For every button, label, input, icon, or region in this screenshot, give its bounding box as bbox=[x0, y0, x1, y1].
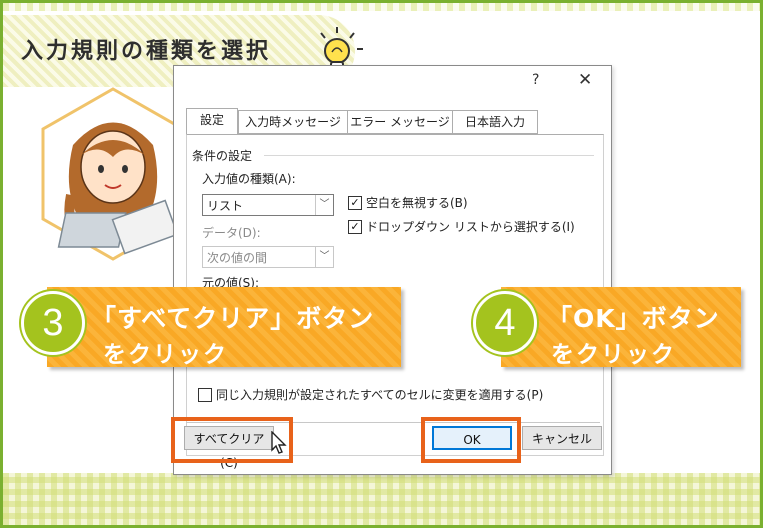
ok-highlight bbox=[421, 417, 521, 463]
callout-4-line2: をクリック bbox=[551, 342, 676, 368]
bottom-checker-strip bbox=[3, 473, 760, 525]
callout-3-line2: をクリック bbox=[103, 342, 228, 368]
step-number-3: 3 bbox=[21, 291, 85, 355]
character-illustration bbox=[41, 87, 185, 261]
page-title: 入力規則の種類を選択 bbox=[21, 39, 272, 64]
ignore-blank-label: 空白を無視する(B) bbox=[366, 196, 468, 210]
callout-step-4: 「OK」ボタン をクリック bbox=[501, 287, 741, 368]
cancel-button[interactable]: キャンセル bbox=[522, 426, 602, 450]
allow-select-value: リスト bbox=[207, 199, 244, 213]
step-number-4: 4 bbox=[473, 291, 537, 355]
chevron-down-icon: ﹀ bbox=[315, 195, 333, 215]
callout-step-3: 「すべてクリア」ボタン をクリック bbox=[47, 287, 401, 368]
close-icon[interactable]: ✕ bbox=[578, 70, 592, 90]
data-label: データ(D): bbox=[202, 226, 261, 240]
allow-select[interactable]: リスト ﹀ bbox=[202, 194, 334, 216]
ignore-blank-checkbox[interactable]: ✓ bbox=[348, 196, 362, 210]
data-select-value: 次の値の間 bbox=[207, 251, 268, 265]
data-validation-dialog: ? ✕ 設定 入力時メッセージ エラー メッセージ 日本語入力 条件の設定 入力… bbox=[173, 65, 612, 475]
tab-error-alert[interactable]: エラー メッセージ bbox=[347, 110, 453, 134]
chevron-down-icon: ﹀ bbox=[315, 247, 333, 267]
help-button[interactable]: ? bbox=[532, 72, 539, 88]
tab-settings[interactable]: 設定 bbox=[186, 108, 238, 134]
tab-ime-mode[interactable]: 日本語入力 bbox=[452, 110, 538, 134]
callout-4-line1: 「OK」ボタン bbox=[547, 304, 720, 333]
tab-input-message[interactable]: 入力時メッセージ bbox=[238, 110, 348, 134]
allow-label: 入力値の種類(A): bbox=[202, 172, 296, 186]
group-divider bbox=[264, 155, 594, 156]
apply-all-checkbox[interactable] bbox=[198, 388, 212, 402]
apply-all-label: 同じ入力規則が設定されたすべてのセルに変更を適用する(P) bbox=[216, 388, 544, 402]
top-checker-strip bbox=[3, 3, 760, 11]
dropdown-label: ドロップダウン リストから選択する(I) bbox=[366, 220, 575, 234]
tutorial-frame: 入力規則の種類を選択 ? ✕ 設定 入力時メッセージ エラー メッセージ 日本語… bbox=[0, 0, 763, 528]
dropdown-checkbox[interactable]: ✓ bbox=[348, 220, 362, 234]
mouse-cursor-icon bbox=[271, 431, 287, 454]
criteria-group-title: 条件の設定 bbox=[192, 149, 253, 163]
callout-3-line1: 「すべてクリア」ボタン bbox=[91, 304, 375, 333]
data-select[interactable]: 次の値の間 ﹀ bbox=[202, 246, 334, 268]
